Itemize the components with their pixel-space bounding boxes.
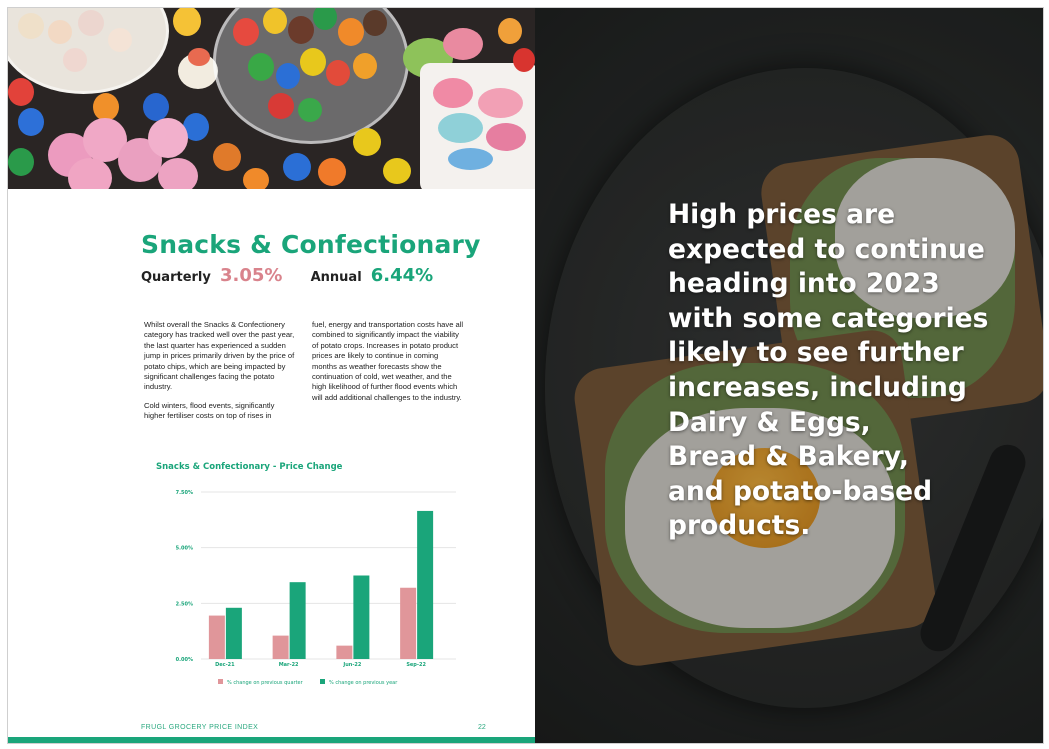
quote-line: increases, including — [668, 371, 967, 403]
quote-line: with some categories — [668, 302, 989, 334]
quote-line: Bread & Bakery, — [668, 441, 909, 473]
quote-line: Dairy & Eggs, — [668, 406, 871, 438]
body-column-1: Whilst overall the Snacks & Confectioner… — [144, 320, 296, 430]
bar-quarter — [336, 645, 353, 659]
body-paragraph: Whilst overall the Snacks & Confectioner… — [144, 320, 295, 392]
candy-photo — [8, 8, 535, 189]
footer-publication: FRUGL GROCERY PRICE INDEX — [141, 724, 259, 731]
quote-line: expected to continue — [668, 233, 985, 265]
quarterly-label: Quarterly — [141, 270, 211, 285]
quote-line: likely to see further — [668, 337, 964, 369]
price-stats: Quarterly 3.05% Annual 6.44% — [141, 265, 433, 286]
y-tick-label: 7.50% — [176, 490, 193, 496]
legend-label: % change on previous quarter — [227, 680, 304, 686]
quote-line: and potato-based — [668, 475, 933, 507]
footer-bar — [8, 737, 535, 743]
bar-quarter — [400, 587, 417, 659]
section-title: Snacks & Confectionary — [141, 230, 481, 259]
price-change-chart: 0.00% 2.50% 5.00% 7.50% Dec-21 Mar-22 Jun-22 Se… — [176, 490, 456, 686]
quote-line: heading into 2023 — [668, 268, 940, 300]
quote-line: High prices are — [668, 199, 896, 230]
legend-swatch — [320, 679, 325, 684]
x-tick-label: Jun-22 — [342, 662, 362, 668]
bar-year — [225, 607, 242, 659]
body-column-2: fuel, energy and transportation costs ha… — [312, 320, 464, 411]
annual-value: 6.44% — [370, 265, 434, 286]
bar-quarter — [208, 615, 225, 659]
x-tick-label: Sep-22 — [406, 662, 426, 668]
left-page: Snacks & Confectionary Quarterly 3.05% A… — [8, 8, 535, 743]
bar-year — [289, 582, 306, 659]
y-tick-label: 2.50% — [176, 601, 193, 607]
annual-label: Annual — [310, 270, 362, 285]
y-tick-label: 5.00% — [176, 546, 193, 552]
bar-quarter — [272, 635, 289, 659]
x-tick-label: Mar-22 — [279, 662, 299, 668]
pull-quote: High prices are expected to continue headi… — [668, 198, 1038, 544]
legend-label: % change on previous year — [329, 680, 398, 686]
x-tick-label: Dec-21 — [215, 662, 235, 668]
magazine-spread: Snacks & Confectionary Quarterly 3.05% A… — [7, 7, 1044, 744]
bar-year — [353, 575, 370, 659]
body-paragraph: Cold winters, flood events, significantl… — [144, 400, 275, 421]
quote-line: products. — [668, 510, 811, 542]
legend-swatch — [218, 679, 223, 684]
bar-year — [417, 510, 434, 659]
right-page: High prices are expected to continue headi… — [535, 8, 1043, 743]
quarterly-value: 3.05% — [219, 265, 283, 286]
body-paragraph: fuel, energy and transportation costs ha… — [312, 320, 464, 402]
page-number: 22 — [478, 724, 486, 731]
y-tick-label: 0.00% — [176, 657, 193, 663]
chart-title: Snacks & Confectionary - Price Change — [156, 462, 343, 472]
